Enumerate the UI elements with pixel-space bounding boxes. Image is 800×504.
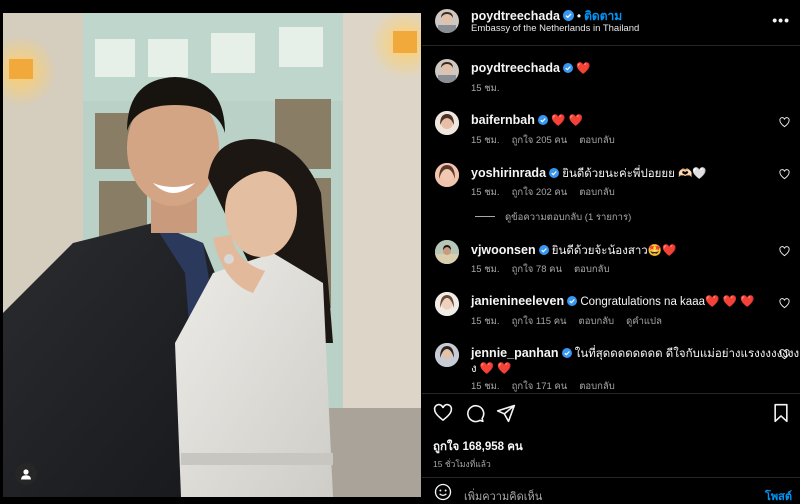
- location-link[interactable]: Embassy of the Netherlands in Thailand: [471, 23, 639, 34]
- add-comment-row: เพิ่มความคิดเห็น โพสต์: [422, 477, 800, 504]
- verified-badge-icon: [549, 168, 560, 178]
- couple-photo: [3, 13, 421, 497]
- view-replies-link[interactable]: ดูข้อความตอบกลับ (1 รายการ): [475, 210, 631, 225]
- comment-meta: 15 ชม. ถูกใจ 202 คน ตอบกลับ: [471, 185, 627, 200]
- comment-meta: 15 ชม. ถูกใจ 171 คน ตอบกลับ: [471, 379, 627, 393]
- separator-dot: •: [576, 9, 582, 23]
- caption-meta: 15 ชม.: [471, 81, 512, 96]
- more-options-icon[interactable]: •••: [772, 12, 790, 28]
- like-comment-heart-icon[interactable]: [779, 298, 790, 309]
- author-avatar[interactable]: [435, 9, 459, 33]
- verified-badge-icon: [562, 63, 573, 73]
- comment-time[interactable]: 15 ชม.: [471, 135, 500, 146]
- emoji-smiley-icon[interactable]: [434, 483, 452, 501]
- commenter-avatar-image: [435, 292, 459, 316]
- caption-avatar-image: [438, 62, 456, 83]
- comments-list[interactable]: poydtreechada ❤️ 15 ชม. baifernbah ❤️ ❤️…: [422, 47, 800, 393]
- tagged-users-button[interactable]: [15, 463, 37, 485]
- view-replies-label: ดูข้อความตอบกลับ (1 รายการ): [505, 212, 632, 223]
- like-comment-heart-icon[interactable]: [779, 349, 790, 360]
- comment-line: baifernbah ❤️ ❤️: [471, 113, 583, 127]
- comment-line: jennie_panhan ในที่สุดดดดดดดด ดีใจกับแม่…: [471, 345, 799, 363]
- commenter-avatar[interactable]: [435, 240, 459, 264]
- reply-button[interactable]: ตอบกลับ: [579, 135, 615, 146]
- comment-meta: 15 ชม. ถูกใจ 115 คน ตอบกลับ ดูคำแปล: [471, 314, 674, 329]
- post-side-panel: poydtreechada • ติดตาม Embassy of the Neth…: [422, 0, 800, 504]
- verified-badge-icon: [538, 245, 549, 255]
- like-comment-heart-icon[interactable]: [779, 246, 790, 257]
- translate-button[interactable]: ดูคำแปล: [626, 316, 662, 327]
- reply-button[interactable]: ตอบกลับ: [574, 264, 610, 275]
- comment-likes[interactable]: ถูกใจ 202 คน: [512, 187, 568, 198]
- comment-meta: 15 ชม. ถูกใจ 205 คน ตอบกลับ: [471, 133, 627, 148]
- verified-badge-icon: [567, 296, 578, 306]
- save-bookmark-icon[interactable]: [772, 403, 790, 423]
- comment-bubble-icon[interactable]: [465, 403, 485, 423]
- comment-text: ยินดีด้วยจ้ะน้องสาว🤩❤️: [551, 245, 677, 257]
- verified-badge-icon: [562, 10, 574, 21]
- post-media-area: [0, 0, 422, 504]
- commenter-avatar[interactable]: [435, 292, 459, 316]
- like-comment-heart-icon[interactable]: [779, 117, 790, 128]
- post-photo[interactable]: [3, 13, 421, 497]
- comment-text: ยินดีด้วยนะค่ะพี่ปอยยย 🫶🏻🤍: [562, 168, 707, 180]
- comment-time[interactable]: 15 ชม.: [471, 316, 500, 327]
- post-header: poydtreechada • ติดตาม Embassy of the Neth…: [422, 0, 800, 46]
- comment-text: ❤️ ❤️: [551, 115, 583, 127]
- reply-button[interactable]: ตอบกลับ: [579, 381, 615, 392]
- comment-line: vjwoonsen ยินดีด้วยจ้ะน้องสาว🤩❤️: [471, 242, 676, 260]
- verified-badge-icon: [537, 115, 548, 125]
- comment-likes[interactable]: ถูกใจ 171 คน: [512, 381, 568, 392]
- commenter-avatar-image: [435, 343, 459, 367]
- commenter-avatar[interactable]: [435, 343, 459, 367]
- commenter-avatar[interactable]: [435, 111, 459, 135]
- comment-text: Congratulations na kaaa❤️ ❤️ ❤️: [580, 296, 755, 308]
- comment-username[interactable]: jennie_panhan: [471, 346, 559, 360]
- comment-username[interactable]: janienineeleven: [471, 294, 564, 308]
- comment-time[interactable]: 15 ชม.: [471, 381, 500, 392]
- commenter-avatar-image: [435, 111, 459, 135]
- comment-text: ในที่สุดดดดดดดด ดีใจกับแม่อย่างแรงงงงงงง…: [574, 348, 800, 360]
- add-comment-input[interactable]: เพิ่มความคิดเห็น: [464, 487, 542, 504]
- comment-line: yoshirinrada ยินดีด้วยนะค่ะพี่ปอยยย 🫶🏻🤍: [471, 165, 707, 183]
- comment-line: janienineeleven Congratulations na kaaa❤…: [471, 294, 754, 308]
- post-actions-bar: ถูกใจ 168,958 คน 15 ชั่วโมงที่แล้ว เพิ่ม…: [422, 393, 800, 504]
- author-username[interactable]: poydtreechada: [471, 9, 560, 23]
- author-avatar-image: [438, 12, 456, 33]
- comment-likes[interactable]: ถูกใจ 78 คน: [512, 264, 562, 275]
- instagram-post-view: poydtreechada • ติดตาม Embassy of the Neth…: [0, 0, 800, 504]
- follow-button[interactable]: ติดตาม: [584, 9, 622, 23]
- post-timestamp[interactable]: 15 ชั่วโมงที่แล้ว: [433, 457, 491, 471]
- comment-text-continued: ง ❤️ ❤️: [471, 363, 512, 375]
- share-send-icon[interactable]: [496, 403, 516, 423]
- likes-count[interactable]: ถูกใจ 168,958 คน: [433, 438, 523, 456]
- comment-likes[interactable]: ถูกใจ 205 คน: [512, 135, 568, 146]
- comment-line-continued: ง ❤️ ❤️: [471, 360, 512, 378]
- like-comment-heart-icon[interactable]: [779, 169, 790, 180]
- replies-divider: [475, 216, 495, 217]
- comment-time[interactable]: 15 ชม.: [471, 264, 500, 275]
- commenter-avatar[interactable]: [435, 163, 459, 187]
- verified-badge-icon: [561, 348, 572, 358]
- comment-likes[interactable]: ถูกใจ 115 คน: [512, 316, 567, 327]
- caption-text: ❤️: [576, 63, 591, 75]
- caption-time[interactable]: 15 ชม.: [471, 83, 500, 94]
- reply-button[interactable]: ตอบกลับ: [579, 316, 615, 327]
- comment-username[interactable]: vjwoonsen: [471, 243, 536, 257]
- comment-username[interactable]: yoshirinrada: [471, 166, 546, 180]
- comment-time[interactable]: 15 ชม.: [471, 187, 500, 198]
- comment-username[interactable]: baifernbah: [471, 113, 535, 127]
- commenter-avatar-image: [435, 163, 459, 187]
- commenter-avatar-image: [435, 240, 459, 264]
- post-comment-button[interactable]: โพสต์: [765, 487, 792, 504]
- like-heart-icon[interactable]: [433, 403, 453, 423]
- caption-line: poydtreechada ❤️: [471, 61, 590, 75]
- author-avatar[interactable]: [435, 59, 459, 83]
- reply-button[interactable]: ตอบกลับ: [579, 187, 615, 198]
- comment-meta: 15 ชม. ถูกใจ 78 คน ตอบกลับ: [471, 262, 621, 277]
- caption-username[interactable]: poydtreechada: [471, 61, 560, 75]
- user-icon: [21, 469, 31, 480]
